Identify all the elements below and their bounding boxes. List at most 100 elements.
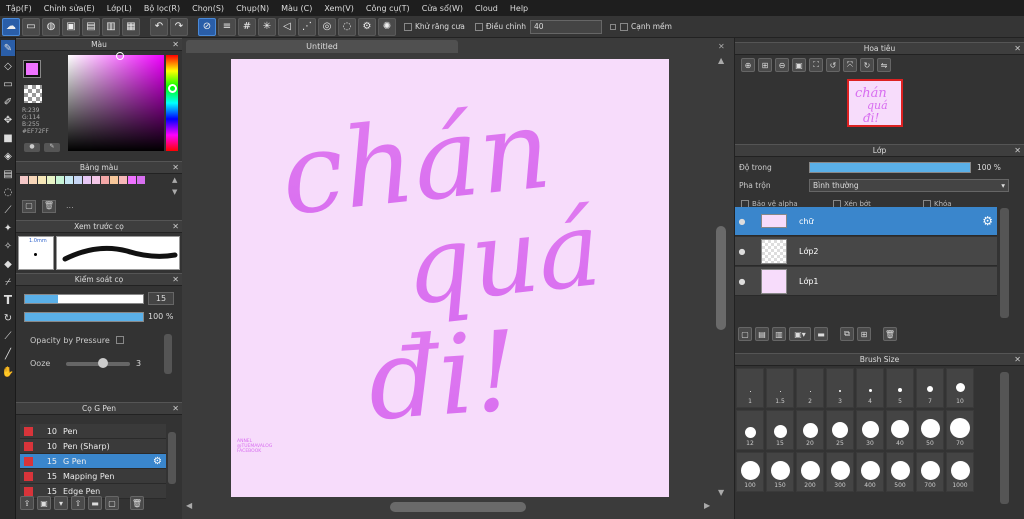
palette-swatch[interactable] bbox=[101, 176, 109, 184]
close-icon[interactable]: ✕ bbox=[718, 42, 725, 51]
add-brush-icon[interactable]: ▣ bbox=[37, 496, 51, 510]
undo-icon[interactable]: ↶ bbox=[150, 17, 168, 36]
zoom-in-icon[interactable]: ⊕ bbox=[741, 58, 755, 72]
line-tool-icon[interactable]: ╱ bbox=[1, 346, 15, 362]
palette-swatch[interactable] bbox=[56, 176, 64, 184]
brush-size-cell[interactable]: 12 bbox=[736, 410, 764, 450]
brush-size-cell[interactable]: 500 bbox=[886, 452, 914, 492]
scroll-left-icon[interactable]: ◀ bbox=[186, 501, 192, 510]
export-brush-icon[interactable]: ⇧ bbox=[71, 496, 85, 510]
brush-size-scrollbar[interactable] bbox=[1000, 372, 1009, 504]
close-icon[interactable]: ✕ bbox=[172, 222, 179, 231]
curve-snap-icon[interactable]: ⋰ bbox=[298, 17, 316, 36]
close-icon[interactable]: ✕ bbox=[172, 404, 179, 413]
menu-cloud[interactable]: Cloud bbox=[469, 4, 504, 13]
eye-icon[interactable]: ● bbox=[735, 247, 749, 256]
eraser-tool-icon[interactable]: ◇ bbox=[1, 58, 15, 74]
menu-select[interactable]: Chọn(S) bbox=[186, 4, 230, 13]
select-pen-tool-icon[interactable]: ⟋ bbox=[1, 202, 15, 218]
menu-edit[interactable]: Chỉnh sửa(E) bbox=[38, 4, 101, 13]
select-fill-tool-icon[interactable]: ◆ bbox=[1, 256, 15, 272]
brush-size-cell[interactable]: 2 bbox=[796, 368, 824, 408]
close-icon[interactable]: ✕ bbox=[1014, 146, 1021, 155]
transparent-swatch[interactable] bbox=[24, 85, 42, 103]
soft-edge-checkbox[interactable] bbox=[620, 22, 628, 31]
layer-row[interactable]: ● Lớp2 bbox=[735, 237, 997, 266]
brush-size-cell[interactable]: 10 bbox=[946, 368, 974, 408]
rotate-left-icon[interactable]: ↺ bbox=[826, 58, 840, 72]
layer-row[interactable]: ● Lớp1 bbox=[735, 267, 997, 296]
foreground-swatch[interactable] bbox=[23, 60, 41, 78]
select-eraser-tool-icon[interactable]: ✧ bbox=[1, 238, 15, 254]
brush-size-cell[interactable]: 1 bbox=[736, 368, 764, 408]
brush-size-cell[interactable]: 200 bbox=[796, 452, 824, 492]
brush-size-cell[interactable]: 50 bbox=[916, 410, 944, 450]
palette-swatch[interactable] bbox=[20, 176, 28, 184]
new-layer-1bit-icon[interactable]: ▥ bbox=[772, 327, 786, 341]
drawing-canvas[interactable]: chán quá đi! ANNEL @TUEMAVALOG FACEBOOK bbox=[231, 59, 669, 497]
brush-size-cell[interactable]: 30 bbox=[856, 410, 884, 450]
move-tool-icon[interactable]: ✥ bbox=[1, 112, 15, 128]
lasso-tool-icon[interactable]: ◌ bbox=[1, 184, 15, 200]
menu-window[interactable]: Cửa sổ(W) bbox=[416, 4, 469, 13]
palette-swatch[interactable] bbox=[29, 176, 37, 184]
close-icon[interactable]: ✕ bbox=[1014, 44, 1021, 53]
layer-row[interactable]: ● chữ ⚙ bbox=[735, 207, 997, 236]
brush-size-cell[interactable]: 300 bbox=[826, 452, 854, 492]
ooze-slider-knob[interactable] bbox=[98, 358, 108, 368]
brush-control-scrollbar[interactable] bbox=[164, 334, 172, 374]
snap-off-icon[interactable]: ⊘ bbox=[198, 17, 216, 36]
brush-size-cell[interactable]: 20 bbox=[796, 410, 824, 450]
palette-swatch[interactable] bbox=[65, 176, 73, 184]
hue-slider[interactable] bbox=[166, 55, 178, 151]
layers-scrollbar[interactable] bbox=[1000, 208, 1009, 318]
brush-size-cell[interactable]: 15 bbox=[766, 410, 794, 450]
palette-swatch[interactable] bbox=[83, 176, 91, 184]
trash-icon[interactable]: 🗑 bbox=[130, 496, 144, 510]
new-layer-icon[interactable]: ▢ bbox=[738, 327, 752, 341]
rotate-tool-icon[interactable]: ↻ bbox=[1, 310, 15, 326]
pen-tool-icon[interactable]: ✎ bbox=[1, 40, 15, 56]
menu-help[interactable]: Help bbox=[504, 4, 534, 13]
brush-size-cell[interactable]: 400 bbox=[856, 452, 884, 492]
redo-icon[interactable]: ↷ bbox=[170, 17, 188, 36]
palette-more-dots[interactable]: ... bbox=[66, 201, 74, 210]
menu-tools[interactable]: Công cụ(T) bbox=[360, 4, 416, 13]
brush-size-cell[interactable]: 1000 bbox=[946, 452, 974, 492]
menu-view[interactable]: Xem(V) bbox=[318, 4, 360, 13]
eyedropper-tool-icon[interactable]: ⌿ bbox=[1, 274, 15, 290]
layer-opacity-slider[interactable] bbox=[809, 162, 971, 173]
hand-tool-icon[interactable]: ✋ bbox=[1, 364, 15, 380]
menu-file[interactable]: Tập(F) bbox=[0, 4, 38, 13]
gear-icon[interactable]: ⚙ bbox=[982, 214, 993, 228]
reset-view-icon[interactable]: ⤧ bbox=[843, 58, 857, 72]
bucket-tool-icon[interactable]: ◈ bbox=[1, 148, 15, 164]
delete-palette-icon[interactable]: 🗑 bbox=[42, 200, 56, 213]
color-square[interactable] bbox=[68, 55, 164, 151]
palette-swatch[interactable] bbox=[110, 176, 118, 184]
brush-size-cell[interactable]: 7 bbox=[916, 368, 944, 408]
menu-layer[interactable]: Lớp(L) bbox=[101, 4, 138, 13]
canvas-horizontal-scrollbar[interactable] bbox=[390, 502, 526, 512]
pen-list-item[interactable]: 15 Mapping Pen bbox=[20, 469, 166, 484]
opacity-slider[interactable] bbox=[24, 312, 144, 322]
grid-icon[interactable]: ▦ bbox=[122, 17, 140, 36]
brush-size-cell[interactable]: 150 bbox=[766, 452, 794, 492]
size-input[interactable]: 15 bbox=[148, 292, 174, 305]
brush-size-cell[interactable]: 700 bbox=[916, 452, 944, 492]
pen-list-item[interactable]: 10 Pen bbox=[20, 424, 166, 439]
pen-list-item[interactable]: 15 G Pen ⚙ bbox=[20, 454, 166, 469]
save-icon[interactable]: ▣ bbox=[62, 17, 80, 36]
folder-icon[interactable]: ▬ bbox=[88, 496, 102, 510]
close-icon[interactable]: ✕ bbox=[172, 40, 179, 49]
gear-icon[interactable]: ⚙ bbox=[153, 456, 162, 467]
brush-size-cell[interactable]: 70 bbox=[946, 410, 974, 450]
brush-menu-icon[interactable]: ▾ bbox=[54, 496, 68, 510]
palette-swatch[interactable] bbox=[128, 176, 136, 184]
close-icon[interactable]: ✕ bbox=[172, 163, 179, 172]
palette-scroll-up[interactable]: ▲ bbox=[172, 176, 177, 184]
menu-capture[interactable]: Chụp(N) bbox=[230, 4, 275, 13]
merge-layer-icon[interactable]: ⊞ bbox=[857, 327, 871, 341]
zoom-fit-icon[interactable]: ⊞ bbox=[758, 58, 772, 72]
magic-wand-tool-icon[interactable]: ✦ bbox=[1, 220, 15, 236]
